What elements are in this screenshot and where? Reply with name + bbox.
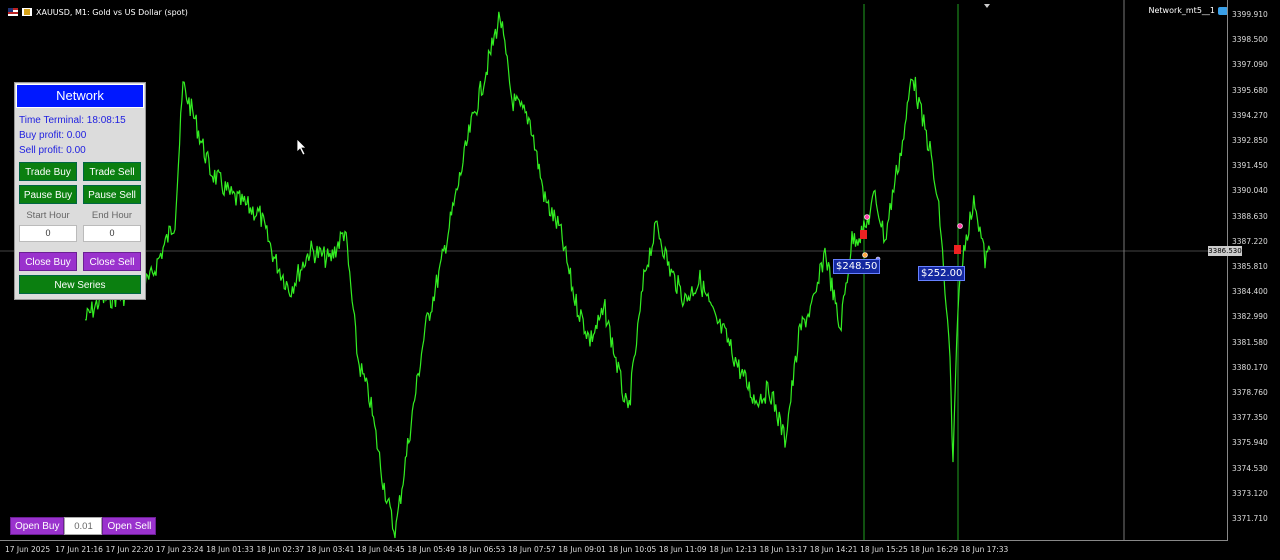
start-hour-input[interactable]: 0 (19, 225, 77, 242)
us-flag-icon (8, 8, 18, 16)
time-tick-label: 18 Jun 01:33 (206, 545, 254, 554)
time-tick-label: 17 Jun 22:20 (105, 545, 154, 554)
time-tick-label: 18 Jun 02:37 (256, 545, 305, 554)
network-panel: Network Time Terminal: 18:08:15 Buy prof… (14, 82, 146, 300)
price-tick-label: 3373.120 (1232, 488, 1268, 498)
buy-profit: Buy profit: 0.00 (19, 130, 87, 141)
chart-scroll-marker (984, 4, 990, 8)
time-tick-label: 18 Jun 15:25 (860, 545, 908, 554)
time-tick-label: 18 Jun 09:01 (558, 545, 606, 554)
time-axis[interactable]: 17 Jun 2025 17 Jun 21:16 17 Jun 22:20 17 Ju… (0, 540, 1228, 560)
profit-tag-2: $252.00 (918, 266, 966, 281)
trade-marker (860, 230, 867, 239)
profit-tag-1: $248.50 (833, 259, 881, 274)
new-series-button[interactable]: New Series (19, 275, 141, 294)
price-tick-label: 3375.940 (1232, 438, 1268, 448)
price-tick-label: 3380.170 (1232, 362, 1268, 372)
time-tick-label: 18 Jun 16:29 (910, 545, 959, 554)
end-hour-input[interactable]: 0 (83, 225, 141, 242)
price-tick-label: 3391.450 (1232, 161, 1268, 171)
expert-advisor-label[interactable]: Network_mt5__1 (1148, 6, 1228, 15)
price-tick-label: 3395.680 (1232, 85, 1268, 95)
pause-sell-button[interactable]: Pause Sell (83, 185, 141, 204)
chart-header: XAUUSD, M1: Gold vs US Dollar (spot) (8, 5, 188, 19)
time-terminal: Time Terminal: 18:08:15 (19, 115, 126, 126)
time-tick-label: 17 Jun 2025 (5, 545, 51, 554)
time-tick-label: 18 Jun 14:21 (809, 545, 858, 554)
price-chart[interactable] (0, 0, 1228, 540)
trade-sell-button[interactable]: Trade Sell (83, 162, 141, 181)
panel-title[interactable]: Network (16, 84, 144, 108)
time-tick-label: 18 Jun 11:09 (658, 545, 707, 554)
time-tick-label: 18 Jun 12:13 (709, 545, 757, 554)
price-tick-label: 3378.760 (1232, 388, 1268, 397)
sell-profit: Sell profit: 0.00 (19, 145, 86, 156)
trade-marker (864, 214, 870, 220)
price-tick-label: 3371.710 (1232, 514, 1268, 523)
price-series-line (85, 11, 991, 539)
open-sell-button[interactable]: Open Sell (102, 517, 157, 535)
lot-input[interactable]: 0.01 (64, 517, 103, 535)
price-tick-label: 3382.990 (1232, 312, 1268, 322)
price-tick-label: 3381.580 (1232, 337, 1268, 347)
price-tick-label: 3384.400 (1232, 287, 1268, 297)
time-tick-label: 18 Jun 03:41 (306, 545, 355, 554)
mouse-cursor-icon (296, 138, 307, 156)
time-tick-label: 18 Jun 06:53 (457, 545, 506, 554)
price-tick-label: 3374.530 (1232, 463, 1268, 473)
current-price-label: 3386.530 (1208, 246, 1242, 256)
price-tick-label: 3390.040 (1232, 186, 1268, 196)
price-tick-label: 3392.850 (1232, 136, 1268, 145)
trade-marker (957, 223, 963, 229)
pause-buy-button[interactable]: Pause Buy (19, 185, 77, 204)
start-hour-label: Start Hour (26, 210, 70, 221)
price-tick-label: 3394.270 (1232, 110, 1268, 120)
price-tick-label: 3397.090 (1232, 60, 1268, 70)
time-tick-label: 18 Jun 05:49 (407, 545, 456, 554)
price-tick-label: 3385.810 (1232, 262, 1268, 271)
time-tick-label: 18 Jun 13:17 (759, 545, 808, 554)
close-sell-button[interactable]: Close Sell (83, 252, 141, 271)
open-buy-button[interactable]: Open Buy (10, 517, 65, 535)
price-tick-label: 3399.910 (1232, 10, 1268, 19)
time-tick-label: 18 Jun 07:57 (508, 545, 556, 554)
time-tick-label: 17 Jun 23:24 (155, 545, 204, 554)
time-tick-label: 18 Jun 17:33 (960, 545, 1009, 554)
price-tick-label: 3377.350 (1232, 413, 1268, 423)
price-tick-label: 3398.500 (1232, 35, 1268, 45)
price-tick-label: 3387.220 (1232, 236, 1268, 246)
time-tick-label: 18 Jun 04:45 (357, 545, 405, 554)
expert-name: Network_mt5__1 (1148, 6, 1215, 15)
one-click-trading: Open Buy 0.01 Open Sell (10, 517, 157, 535)
trade-buy-button[interactable]: Trade Buy (19, 162, 77, 181)
time-tick-label: 18 Jun 10:05 (608, 545, 657, 554)
end-hour-label: End Hour (91, 210, 133, 221)
trade-marker (954, 245, 961, 254)
price-axis[interactable]: 3399.910 3398.500 3397.090 3395.680 3394.270… (1227, 0, 1280, 540)
time-tick-label: 17 Jun 21:16 (55, 545, 103, 554)
trade-marker (862, 252, 868, 258)
price-tick-label: 3388.630 (1232, 211, 1268, 221)
chart-title: XAUUSD, M1: Gold vs US Dollar (spot) (36, 7, 188, 17)
close-buy-button[interactable]: Close Buy (19, 252, 77, 271)
gold-icon (22, 8, 32, 16)
trade-markers (860, 214, 963, 262)
